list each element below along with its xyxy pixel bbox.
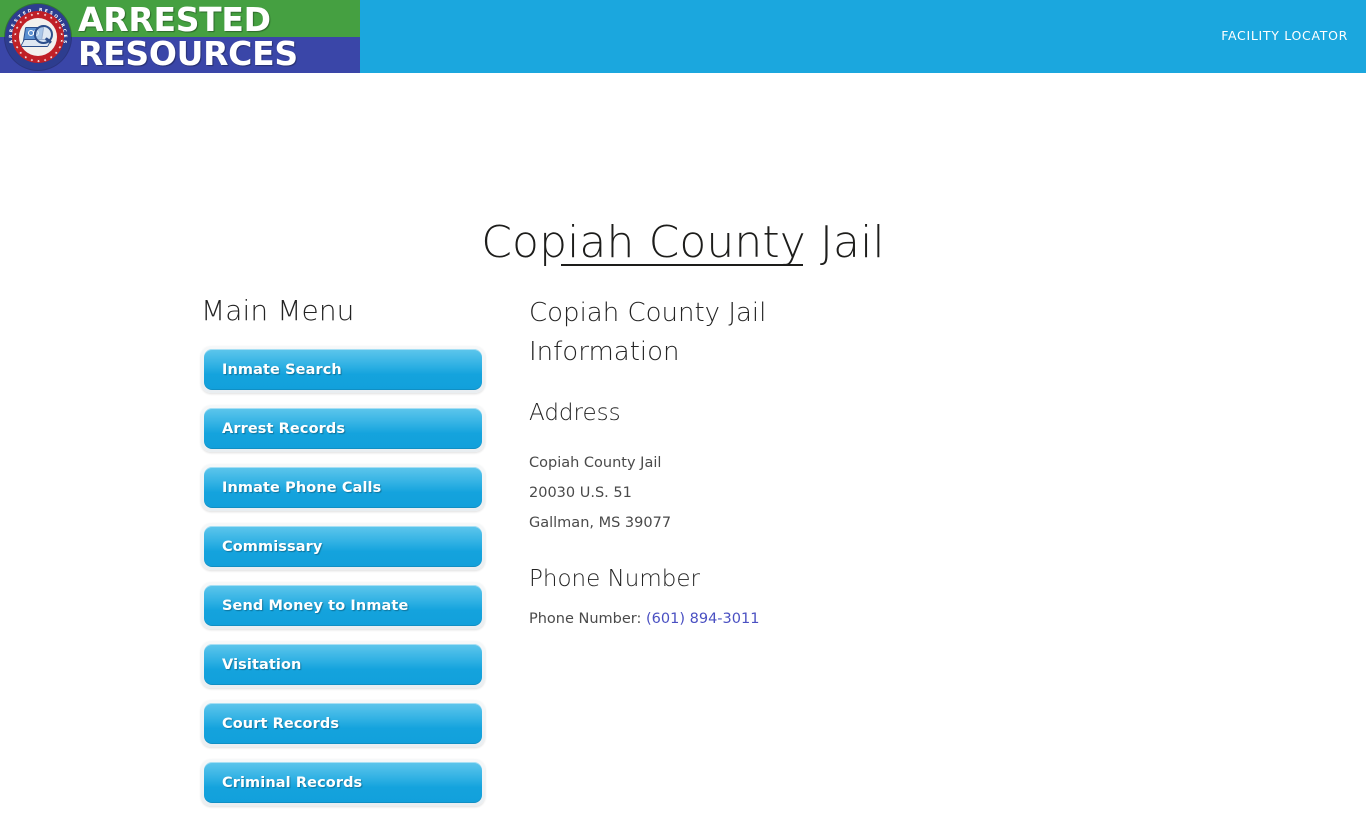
menu-item-label: Court Records [222, 715, 340, 732]
main-menu-heading: Main Menu [201, 294, 355, 327]
menu-item-label: Send Money to Inmate [222, 597, 409, 614]
main-menu-list: Inmate Search Arrest Records Inmate Phone … [201, 346, 486, 806]
main-menu-column: Main Menu Inmate Search Arrest Records Inm… [201, 294, 486, 818]
phone-number-link[interactable]: (601) 894-3011 [646, 611, 759, 627]
menu-item-label: Inmate Phone Calls [222, 479, 382, 496]
menu-item-button[interactable]: Criminal Records [204, 762, 482, 803]
title-divider [561, 264, 803, 266]
menu-item-button[interactable]: Inmate Phone Calls [204, 467, 482, 508]
menu-item[interactable]: Visitation [201, 641, 485, 688]
menu-item-label: Criminal Records [222, 774, 363, 791]
menu-item[interactable]: Commissary [201, 523, 485, 570]
brand-line-2: RESOURCES [78, 34, 298, 73]
menu-item[interactable]: Inmate Search [201, 346, 485, 393]
brand-line-1: ARRESTED [78, 0, 271, 39]
menu-item-button[interactable]: Send Money to Inmate [204, 585, 482, 626]
phone-heading: Phone Number [529, 566, 700, 592]
menu-item[interactable]: Inmate Phone Calls [201, 464, 485, 511]
site-header: ARRESTED RESOURCES ARRESTED RESOURCES FA… [0, 0, 1366, 73]
menu-item-button[interactable]: Commissary [204, 526, 482, 567]
menu-item[interactable]: Court Records [201, 700, 485, 747]
facility-info-column: Copiah County Jail Information Address C… [529, 294, 949, 630]
menu-item-label: Visitation [222, 656, 302, 673]
nav-facility-locator[interactable]: FACILITY LOCATOR [1221, 28, 1348, 43]
menu-item-button[interactable]: Arrest Records [204, 408, 482, 449]
address-line-3: Gallman, MS 39077 [529, 515, 672, 531]
menu-item-label: Commissary [222, 538, 323, 555]
brand-wordmark: ARRESTED RESOURCES [78, 0, 360, 73]
address-line-1: Copiah County Jail [529, 455, 662, 471]
menu-item-label: Inmate Search [222, 361, 342, 378]
menu-item-button[interactable]: Inmate Search [204, 349, 482, 390]
menu-item[interactable]: Criminal Records [201, 759, 485, 806]
menu-item[interactable]: Arrest Records [201, 405, 485, 452]
address-line-2: 20030 U.S. 51 [529, 485, 632, 501]
menu-item-button[interactable]: Court Records [204, 703, 482, 744]
menu-item[interactable]: Send Money to Inmate [201, 582, 485, 629]
arrested-resources-badge-icon: ARRESTED RESOURCES [5, 4, 71, 70]
phone-label: Phone Number: [529, 611, 642, 627]
address-heading: Address [529, 400, 621, 426]
page-title-wrap: Copiah County Jail [0, 186, 1366, 301]
brand-block[interactable]: ARRESTED RESOURCES ARRESTED RESOURCES [0, 0, 360, 73]
menu-item-label: Arrest Records [222, 420, 346, 437]
facility-info-title: Copiah County Jail Information [529, 298, 767, 367]
phone-line: Phone Number: (601) 894-3011 [529, 608, 949, 630]
menu-item-button[interactable]: Visitation [204, 644, 482, 685]
badge-center-emblem [19, 18, 57, 56]
address-block: Copiah County Jail 20030 U.S. 51 Gallman… [529, 448, 949, 538]
